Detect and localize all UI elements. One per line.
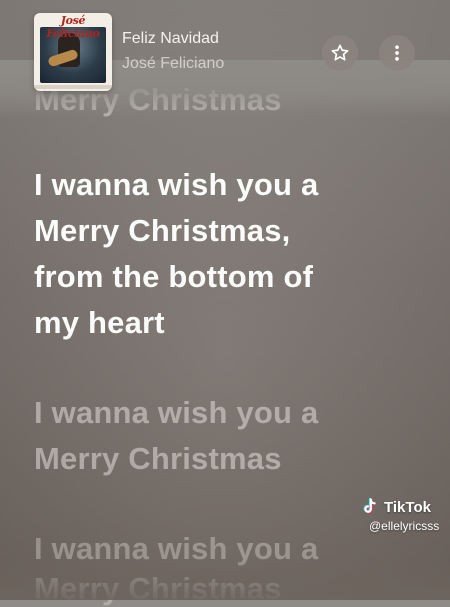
album-artwork[interactable]: José Feliciano — [34, 13, 112, 91]
lyric-line-upcoming[interactable]: Merry Christmas — [34, 571, 282, 607]
more-options-button[interactable] — [379, 35, 415, 71]
favorite-button[interactable] — [322, 35, 358, 71]
album-art-title: José Feliciano — [46, 14, 100, 40]
tiktok-handle: @ellelyricsss — [369, 519, 440, 533]
song-title: Feliz Navidad — [122, 30, 219, 47]
lyric-line-upcoming[interactable]: I wanna wish you a — [34, 395, 318, 431]
tiktok-brand-name: TikTok — [384, 498, 431, 516]
lyric-line-upcoming[interactable]: I wanna wish you a — [34, 531, 318, 567]
lyric-line-active[interactable]: Merry Christmas, — [34, 213, 290, 249]
more-vertical-icon — [387, 43, 407, 63]
album-art-foot — [34, 85, 112, 89]
lyric-line-active[interactable]: I wanna wish you a — [34, 167, 318, 203]
tiktok-logo-icon — [360, 497, 380, 517]
lyric-line-upcoming[interactable]: Merry Christmas — [34, 441, 282, 477]
lyric-line-active[interactable]: from the bottom of — [34, 259, 313, 295]
tiktok-watermark: TikTok — [360, 497, 431, 517]
song-artist[interactable]: José Feliciano — [122, 55, 224, 73]
star-icon — [330, 43, 350, 63]
lyric-line-active[interactable]: my heart — [34, 305, 165, 341]
